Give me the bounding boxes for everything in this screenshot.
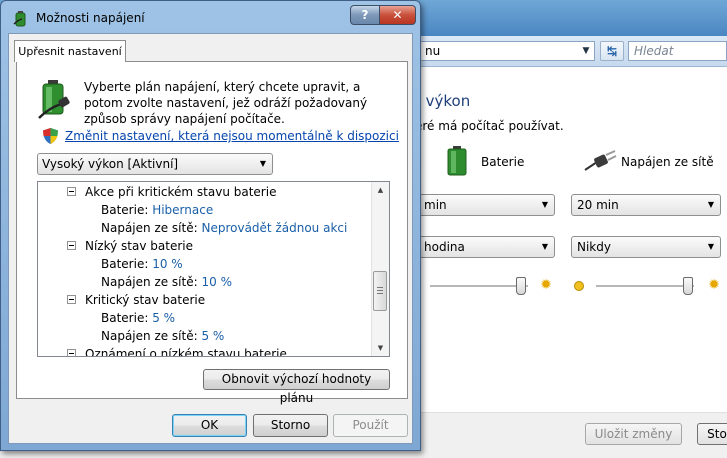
address-dropdown-icon[interactable]: ▼ [578, 43, 594, 59]
tree-setting-item[interactable]: Baterie: 5 % [101, 309, 175, 327]
sleep-plugged-select[interactable]: Nikdy ▼ [571, 236, 721, 258]
select-value: min [424, 198, 447, 212]
tree-group-label: Nízký stav baterie [85, 239, 193, 253]
tree-setting-value[interactable]: 5 % [152, 311, 175, 325]
dim-sun-icon [574, 281, 584, 291]
tree-setting-label: Napájen ze sítě: [101, 275, 198, 289]
chevron-down-icon: ▼ [259, 159, 266, 168]
tree-group-item[interactable]: Oznámení o nízkém stavu baterie [67, 345, 287, 357]
help-icon: ? [361, 8, 369, 22]
uac-shield-icon [43, 128, 58, 144]
scroll-up-icon[interactable]: ▲ [372, 182, 389, 198]
address-text: nu [425, 44, 441, 58]
tree-setting-label: Baterie: [101, 311, 149, 325]
scroll-down-icon[interactable]: ▼ [372, 340, 389, 356]
intro-text: Vyberte plán napájení, který chcete upra… [84, 80, 368, 126]
ok-button[interactable]: OK [172, 414, 247, 437]
dialog-title: Možnosti napájení [36, 11, 145, 25]
plugged-column-label: Napájen ze sítě [621, 155, 714, 169]
power-options-icon [13, 11, 26, 27]
tree-setting-label: Baterie: [101, 257, 149, 271]
tree-setting-item[interactable]: Baterie: 10 % [101, 255, 183, 273]
display-off-battery-select[interactable]: min ▼ [418, 194, 555, 216]
tab-advanced-settings[interactable]: Upřesnit nastavení [14, 40, 126, 62]
cancel-button-background[interactable]: Sto [697, 423, 727, 445]
tree-setting-item[interactable]: Napájen ze sítě: Neprovádět žádnou akci [101, 219, 347, 237]
refresh-button[interactable]: ↹ [600, 41, 624, 61]
display-off-plugged-select[interactable]: 20 min ▼ [571, 194, 721, 216]
battery-icon [447, 146, 467, 176]
tree-setting-item[interactable]: Baterie: Hibernace [101, 201, 213, 219]
tree-setting-value[interactable]: 5 % [201, 329, 224, 343]
chevron-down-icon: ▼ [707, 242, 714, 251]
tree-setting-label: Napájen ze sítě: [101, 221, 198, 235]
search-input[interactable]: Hledat [628, 41, 727, 61]
grip-line [377, 290, 383, 291]
brightness-plugged-slider[interactable] [596, 285, 694, 288]
battery-plug-icon [38, 80, 70, 119]
address-input[interactable] [415, 41, 595, 61]
help-button[interactable]: ? [350, 5, 380, 25]
select-value: hodina [424, 240, 465, 254]
change-unavailable-settings-link[interactable]: Změnit nastavení, která nejsou momentáln… [65, 129, 399, 143]
brightness-battery-slider[interactable] [430, 285, 528, 288]
tree-setting-item[interactable]: Napájen ze sítě: 5 % [101, 327, 224, 345]
plan-description: eré má počítač používat. [415, 119, 564, 133]
power-plug-icon [584, 150, 617, 171]
tree-group-label: Kritický stav baterie [85, 293, 206, 307]
tree-setting-value[interactable]: Neprovádět žádnou akci [201, 221, 347, 235]
brightness-battery-thumb[interactable] [516, 277, 526, 295]
chevron-down-icon: ▼ [707, 200, 714, 209]
collapse-icon[interactable] [67, 187, 76, 196]
tree-group-label: Oznámení o nízkém stavu baterie [85, 347, 287, 357]
tree-group-item[interactable]: Nízký stav baterie [67, 237, 193, 255]
power-plan-value: Vysoký výkon [Aktivní] [42, 157, 179, 171]
tree-scrollbar[interactable]: ▲ ▼ [371, 182, 389, 356]
restore-plan-defaults-button[interactable]: Obnovit výchozí hodnoty plánu [203, 369, 390, 405]
tree-group-item[interactable]: Kritický stav baterie [67, 291, 205, 309]
select-value: 20 min [577, 198, 619, 212]
scrollbar-thumb[interactable] [373, 271, 387, 311]
power-plan-select[interactable]: Vysoký výkon [Aktivní] ▼ [37, 153, 273, 175]
tree-setting-label: Baterie: [101, 203, 149, 217]
tree-setting-item[interactable]: Napájen ze sítě: 10 % [101, 273, 232, 291]
collapse-icon[interactable] [67, 295, 76, 304]
sleep-battery-select[interactable]: hodina ▼ [418, 236, 555, 258]
apply-button[interactable]: Použít [333, 414, 408, 437]
sun-icon: ✹ [708, 277, 720, 293]
collapse-icon[interactable] [67, 349, 76, 356]
tree-setting-value[interactable]: Hibernace [152, 203, 213, 217]
collapse-icon[interactable] [67, 241, 76, 250]
refresh-icon: ↹ [606, 44, 618, 58]
tree-setting-value[interactable]: 10 % [152, 257, 183, 271]
save-changes-button[interactable]: Uložit změny [585, 423, 682, 445]
tree-group-label: Akce při kritickém stavu baterie [85, 185, 277, 199]
close-button[interactable]: ✕ [379, 5, 416, 25]
select-value: Nikdy [577, 240, 611, 254]
tree-group-item[interactable]: Akce při kritickém stavu baterie [67, 183, 276, 201]
grip-line [377, 293, 383, 294]
grip-line [377, 287, 383, 288]
sun-icon: ✹ [540, 277, 552, 293]
tree-setting-label: Napájen ze sítě: [101, 329, 198, 343]
chevron-down-icon: ▼ [541, 242, 548, 251]
battery-column-label: Baterie [481, 155, 525, 169]
tree-setting-value[interactable]: 10 % [201, 275, 232, 289]
settings-tree[interactable]: Akce při kritickém stavu baterie Baterie:… [37, 181, 390, 357]
cancel-button[interactable]: Storno [253, 414, 328, 437]
close-icon: ✕ [392, 8, 403, 22]
chevron-down-icon: ▼ [541, 200, 548, 209]
brightness-plugged-thumb[interactable] [683, 277, 693, 295]
